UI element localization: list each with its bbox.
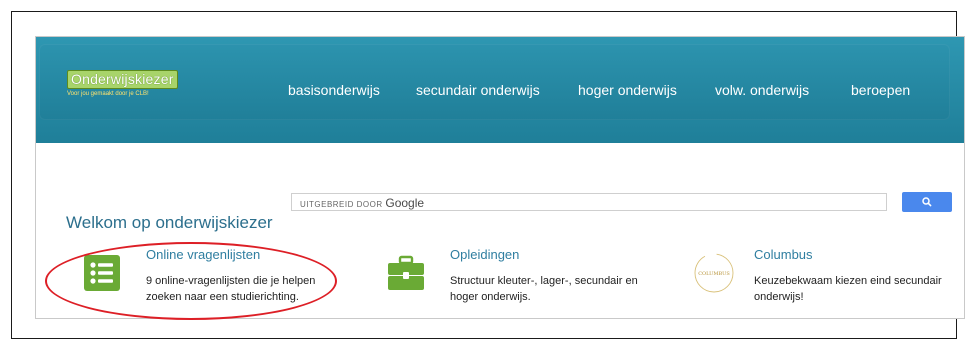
columbus-logo-text: COLUMBUS xyxy=(698,271,730,277)
feature-description: Structuur kleuter-, lager-, secundair en… xyxy=(450,273,660,305)
site-logo[interactable]: Onderwijskiezer Voor jou gemaakt door je… xyxy=(67,69,178,97)
columbus-logo: COLUMBUS xyxy=(692,251,736,295)
feature-description: Keuzebekwaam kiezen eind secundair onder… xyxy=(754,273,954,305)
feature-desc-line: hoger onderwijs. xyxy=(450,291,531,303)
search-brand-name: Google xyxy=(385,196,425,210)
feature-title[interactable]: Columbus xyxy=(754,247,813,262)
briefcase-icon xyxy=(388,255,424,291)
site-header: Onderwijskiezer Voor jou gemaakt door je… xyxy=(36,37,964,143)
feature-title[interactable]: Opleidingen xyxy=(450,247,519,262)
nav-secundair-onderwijs[interactable]: secundair onderwijs xyxy=(416,82,540,98)
search-brand: UITGEBREID DOOR Google xyxy=(300,196,424,210)
feature-desc-line: onderwijs! xyxy=(754,291,804,303)
search-icon xyxy=(922,197,932,207)
nav-basisonderwijs[interactable]: basisonderwijs xyxy=(288,82,380,98)
nav-bar: Onderwijskiezer Voor jou gemaakt door je… xyxy=(39,44,950,120)
nav-beroepen[interactable]: beroepen xyxy=(851,82,910,98)
feature-desc-line: Structuur kleuter-, lager-, secundair en xyxy=(450,275,638,287)
search-input[interactable]: UITGEBREID DOOR Google xyxy=(291,193,887,211)
logo-name: Onderwijskiezer xyxy=(67,70,178,89)
search-button[interactable] xyxy=(902,192,952,212)
feature-desc-line: Keuzebekwaam kiezen eind secundair xyxy=(754,275,942,287)
nav-hoger-onderwijs[interactable]: hoger onderwijs xyxy=(578,82,677,98)
search-brand-prefix: UITGEBREID DOOR xyxy=(300,200,383,209)
welcome-heading: Welkom op onderwijskiezer xyxy=(66,213,273,232)
annotation-highlight-ellipse xyxy=(45,242,337,320)
logo-tagline: Voor jou gemaakt door je CLB! xyxy=(67,91,149,97)
nav-volw-onderwijs[interactable]: volw. onderwijs xyxy=(715,82,809,98)
